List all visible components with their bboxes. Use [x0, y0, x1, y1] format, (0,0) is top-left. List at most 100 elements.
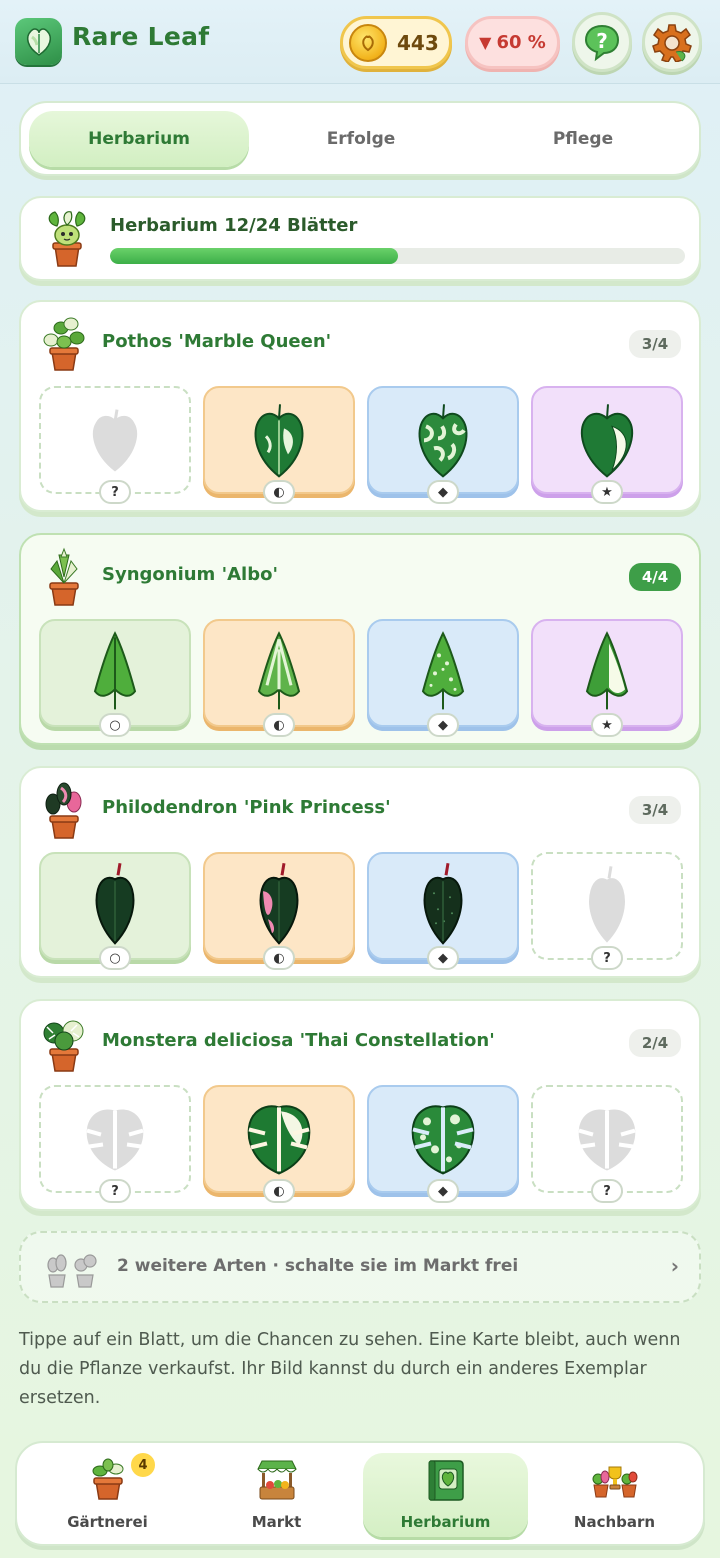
- pothos-leaf-icon: [254, 404, 304, 478]
- leaf-silhouette-icon: [589, 866, 625, 943]
- rarity-chip: ◆: [427, 480, 459, 504]
- pothos-leaf-icon: [418, 404, 468, 478]
- plant-name: Monstera deliciosa 'Thai Constellation': [102, 1030, 495, 1051]
- herbarium-book-icon: [428, 1460, 464, 1501]
- leaf-slot-empty[interactable]: ?: [39, 386, 191, 504]
- nav-market[interactable]: Markt: [194, 1453, 359, 1537]
- progress-bar: [110, 248, 685, 264]
- market-rate[interactable]: ▼ 60 %: [465, 16, 560, 69]
- rarity-chip: ★: [591, 480, 623, 504]
- nav-neighbors[interactable]: Nachbarn: [532, 1453, 697, 1537]
- progress-title: Herbarium 12/24 Blätter: [110, 215, 358, 236]
- locked-species-text: 2 weitere Arten · schalte sie im Markt f…: [117, 1256, 519, 1276]
- leaf-slot-rare[interactable]: ◆: [367, 619, 519, 737]
- plant-mascot-icon: [48, 211, 86, 267]
- philodendron-leaf-icon: [95, 863, 135, 945]
- rate-value: 60 %: [496, 32, 546, 53]
- philodendron-leaf-icon: [259, 863, 299, 945]
- rarity-chip: ○: [99, 946, 131, 970]
- gear-icon: [652, 24, 692, 62]
- nav-label: Herbarium: [400, 1513, 491, 1531]
- herbarium-progress-card: Herbarium 12/24 Blätter: [19, 196, 701, 281]
- leaf-slot-rare[interactable]: ◆: [367, 852, 519, 970]
- app-logo-icon: [15, 18, 62, 65]
- rarity-chip: ◐: [263, 1179, 295, 1203]
- plant-card-syngonium[interactable]: Syngonium 'Albo' 4/4 ○ ◐ ◆ ★: [19, 533, 701, 745]
- rarity-chip: ◆: [427, 713, 459, 737]
- monstera-leaf-icon: [411, 1105, 475, 1175]
- tab-achievements[interactable]: Erfolge: [251, 111, 471, 167]
- coin-icon: [349, 23, 387, 62]
- nav-label: Nachbarn: [573, 1513, 656, 1531]
- leaf-slot-common[interactable]: ○: [39, 852, 191, 970]
- leaf-slot-common[interactable]: ○: [39, 619, 191, 737]
- rarity-chip: ◆: [427, 1179, 459, 1203]
- leaf-slot-epic[interactable]: ★: [531, 619, 683, 737]
- neighbors-icon: [592, 1466, 637, 1498]
- locked-species-banner[interactable]: 2 weitere Arten · schalte sie im Markt f…: [19, 1231, 701, 1303]
- plant-card-monstera[interactable]: Monstera deliciosa 'Thai Constellation' …: [19, 999, 701, 1211]
- monstera-leaf-icon: [247, 1105, 311, 1175]
- hint-text: Tippe auf ein Blatt, um die Chancen zu s…: [19, 1330, 681, 1408]
- bottom-navigation: 4 Gärtnerei Markt Herbarium Nachbarn: [15, 1441, 705, 1546]
- svg-text:?: ?: [596, 29, 608, 53]
- leaf-slot-epic[interactable]: ★: [531, 386, 683, 504]
- tab-herbarium[interactable]: Herbarium: [29, 111, 249, 167]
- pothos-leaf-icon: [580, 404, 634, 478]
- rarity-chip: ◐: [263, 713, 295, 737]
- leaf-slot-uncommon[interactable]: ◐: [203, 386, 355, 504]
- collection-count-badge: 3/4: [629, 330, 681, 358]
- rarity-chip: ◆: [427, 946, 459, 970]
- tab-care[interactable]: Pflege: [473, 111, 693, 167]
- philodendron-plant-icon: [45, 782, 82, 839]
- nav-nursery[interactable]: 4 Gärtnerei: [25, 1451, 190, 1537]
- rarity-chip: ○: [99, 713, 131, 737]
- collection-count-badge: 2/4: [629, 1029, 681, 1057]
- leaf-slot-rare[interactable]: ◆: [367, 386, 519, 504]
- help-icon: ?: [584, 24, 620, 62]
- plant-card-philodendron[interactable]: Philodendron 'Pink Princess' 3/4 ○ ◐ ◆ ?: [19, 766, 701, 978]
- market-stall-icon: [256, 1460, 297, 1500]
- leaf-slot-uncommon[interactable]: ◐: [203, 1085, 355, 1203]
- coin-balance[interactable]: 443: [340, 16, 452, 69]
- leaf-slot-empty[interactable]: ?: [39, 1085, 191, 1203]
- leaf-slot-empty[interactable]: ?: [531, 852, 683, 970]
- down-arrow-icon: ▼: [479, 33, 492, 52]
- philodendron-leaf-icon: [423, 863, 463, 945]
- plant-pot-icon: [92, 1458, 123, 1500]
- syngonium-leaf-icon: [585, 631, 629, 710]
- notification-badge: 4: [129, 1451, 157, 1479]
- leaf-silhouette-icon: [92, 409, 138, 472]
- pothos-plant-icon: [43, 317, 85, 371]
- coin-count: 443: [397, 30, 439, 55]
- rarity-chip: ◐: [263, 946, 295, 970]
- plant-name: Pothos 'Marble Queen': [102, 331, 332, 352]
- leaf-slot-uncommon[interactable]: ◐: [203, 619, 355, 737]
- rarity-chip: ?: [99, 480, 131, 504]
- rarity-chip: ?: [99, 1179, 131, 1203]
- plant-name: Philodendron 'Pink Princess': [102, 797, 391, 818]
- monstera-plant-icon: [43, 1020, 84, 1072]
- plant-name: Syngonium 'Albo': [102, 564, 278, 585]
- progress-fill: [110, 248, 398, 264]
- nav-label: Gärtnerei: [67, 1513, 148, 1531]
- leaf-slot-rare[interactable]: ◆: [367, 1085, 519, 1203]
- leaf-silhouette-icon: [86, 1109, 144, 1171]
- syngonium-leaf-icon: [421, 631, 465, 710]
- locked-plants-icon: [47, 1254, 97, 1288]
- section-tabs: Herbarium Erfolge Pflege: [19, 101, 701, 176]
- rarity-chip: ?: [591, 946, 623, 970]
- leaf-slot-uncommon[interactable]: ◐: [203, 852, 355, 970]
- syngonium-leaf-icon: [257, 631, 301, 710]
- top-bar: Rare Leaf 443 ▼ 60 % ?: [0, 0, 720, 84]
- settings-button[interactable]: [642, 12, 702, 72]
- leaf-slot-empty[interactable]: ?: [531, 1085, 683, 1203]
- collection-count-badge: 4/4: [629, 563, 681, 591]
- rarity-chip: ★: [591, 713, 623, 737]
- nav-herbarium[interactable]: Herbarium: [363, 1453, 528, 1537]
- help-button[interactable]: ?: [572, 12, 632, 72]
- plant-card-pothos[interactable]: Pothos 'Marble Queen' 3/4 ? ◐ ◆ ★: [19, 300, 701, 512]
- rarity-chip: ◐: [263, 480, 295, 504]
- leaf-silhouette-icon: [578, 1109, 636, 1171]
- collection-count-badge: 3/4: [629, 796, 681, 824]
